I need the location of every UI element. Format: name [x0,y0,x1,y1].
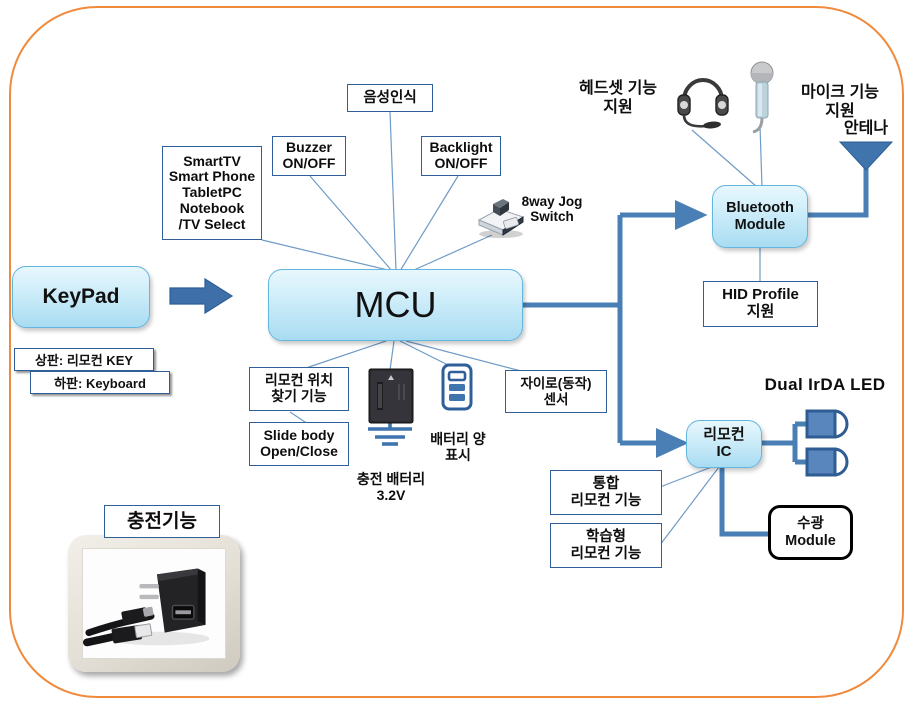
keypad-label-top: 상판: 리모컨 KEY [14,348,154,371]
box-voice-recognition[interactable]: 음성인식 [347,84,433,112]
remote-finder-line-0: 리모컨 위치 [264,372,334,389]
slide-body-line-0: Slide body [263,427,335,444]
battery-gauge-label-text: 배터리 양 표시 [430,431,486,464]
slide-body-line-1: Open/Close [260,443,338,459]
keypad-label-top-text: 상판: 리모컨 KEY [34,353,134,368]
battery-gauge-icon [441,363,473,411]
label-dual-irda-led: Dual IrDA LED [742,375,908,395]
box-device-select[interactable]: SmartTV Smart Phone TabletPC Notebook /T… [162,146,262,240]
charger-photo-icon [83,549,225,658]
node-remote-ic-label: 리모컨 IC [703,426,745,460]
node-receiver-module[interactable]: 수광 Module [768,505,853,560]
jog-switch-label-text: 8way Jog Switch [521,193,583,225]
device-select-line-4: /TV Select [178,215,246,232]
node-bluetooth-module[interactable]: Bluetooth Module [712,185,808,248]
ground-symbol-icon [368,421,412,446]
integrated-remote-line-1: 리모컨 기능 [570,492,642,509]
backlight-line-1: ON/OFF [434,155,488,171]
device-select-line-1: Smart Phone [168,168,256,185]
device-select-line-0: SmartTV [183,152,241,169]
headset-label-text: 헤드셋 기능 지원 [578,80,658,116]
charging-function-text: 충전기능 [127,510,197,532]
node-remote-ic[interactable]: 리모컨 IC [686,420,762,468]
gyro-sensor-line-0: 자이로(동작) [520,376,592,392]
remote-finder-line-1: 찾기 기능 [271,388,327,404]
node-keypad-label: KeyPad [42,285,120,309]
microphone-icon [750,61,774,134]
battery-icon [368,368,414,424]
device-select-line-3: Notebook [179,199,245,216]
irda-led-icon [805,447,849,477]
label-antenna: 안테나 [826,120,906,138]
buzzer-line-1: ON/OFF [282,155,336,171]
buzzer-line-0: Buzzer [286,139,332,156]
box-charging-function[interactable]: 충전기능 [104,505,220,538]
keypad-label-bottom-text: 하판: Keyboard [54,376,146,391]
charger-photo-frame [68,535,240,672]
arrow-right-icon [169,277,234,315]
learning-remote-line-1: 리모컨 기능 [570,545,642,562]
node-receiver-module-label: 수광 Module [785,515,836,549]
headset-icon [677,78,729,129]
antenna-icon [838,141,894,171]
backlight-line-0: Backlight [429,139,493,156]
node-mcu[interactable]: MCU [268,269,523,341]
hid-profile-text: HID Profile 지원 [722,286,799,320]
voice-recognition-label: 음성인식 [363,89,417,106]
box-gyro-sensor[interactable]: 자이로(동작) 센서 [505,370,607,413]
antenna-label-text: 안테나 [843,120,889,137]
irda-led-icon [805,409,849,439]
node-bluetooth-label: Bluetooth Module [726,200,794,233]
box-slide-body[interactable]: Slide body Open/Close [249,422,349,466]
box-hid-profile[interactable]: HID Profile 지원 [703,281,818,327]
box-integrated-remote[interactable]: 통합 리모컨 기능 [550,470,662,515]
device-select-line-2: TabletPC [182,184,242,201]
dual-irda-led-text: Dual IrDA LED [764,375,886,394]
label-mic: 마이크 기능 지원 [784,66,896,121]
box-backlight[interactable]: Backlight ON/OFF [421,136,501,176]
keypad-label-bottom: 하판: Keyboard [30,371,170,394]
label-battery-gauge: 배터리 양 표시 [419,415,497,463]
diagram-canvas: KeyPad 상판: 리모컨 KEY 하판: Keyboard MCU Blue… [0,0,913,710]
box-learning-remote[interactable]: 학습형 리모컨 기능 [550,523,662,568]
gyro-sensor-line-1: 센서 [543,391,569,407]
battery-label-text: 충전 배터리 3.2V [356,471,426,504]
mic-label-text: 마이크 기능 지원 [800,84,880,120]
box-remote-finder[interactable]: 리모컨 위치 찾기 기능 [249,367,349,411]
label-headset: 헤드셋 기능 지원 [558,62,678,117]
node-keypad[interactable]: KeyPad [12,266,150,328]
integrated-remote-line-0: 통합 [592,476,620,493]
node-mcu-label: MCU [354,283,437,325]
charger-photo-inner [82,548,226,659]
jog-switch-icon [477,199,525,238]
learning-remote-line-0: 학습형 [585,529,627,546]
box-buzzer[interactable]: Buzzer ON/OFF [272,136,346,176]
